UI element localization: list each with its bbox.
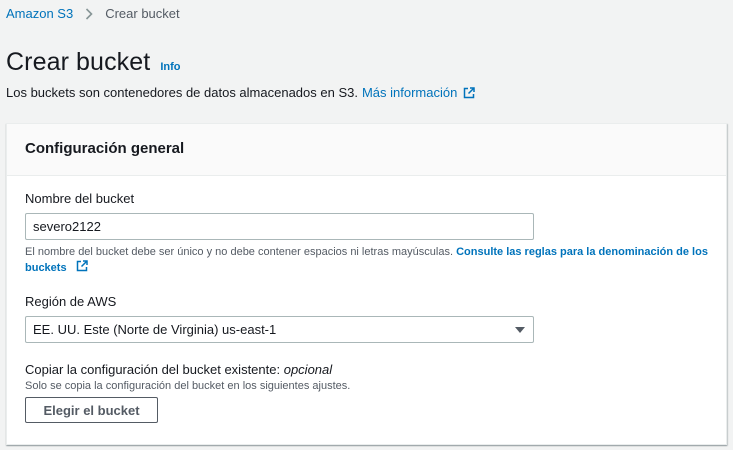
panel-header: Configuración general — [7, 124, 726, 176]
info-link[interactable]: Info — [160, 61, 180, 73]
breadcrumb: Amazon S3 Crear bucket — [6, 6, 180, 21]
external-link-icon[interactable] — [463, 86, 476, 99]
choose-bucket-button[interactable]: Elegir el bucket — [25, 397, 158, 423]
panel-title: Configuración general — [25, 140, 185, 157]
bucket-name-hint-text: El nombre del bucket debe ser único y no… — [25, 246, 454, 258]
more-info-link[interactable]: Más información — [362, 85, 457, 100]
page-description: Los buckets son contenedores de datos al… — [6, 85, 476, 100]
bucket-name-hint: El nombre del bucket debe ser único y no… — [25, 244, 715, 276]
copy-config-label-text: Copiar la configuración del bucket exist… — [25, 362, 281, 377]
external-link-icon[interactable] — [76, 260, 88, 272]
general-config-panel: Configuración general Nombre del bucket … — [6, 123, 727, 445]
breadcrumb-current: Crear bucket — [105, 6, 180, 21]
breadcrumb-amazon-s3[interactable]: Amazon S3 — [6, 6, 73, 21]
caret-down-icon — [514, 322, 526, 337]
region-select[interactable]: EE. UU. Este (Norte de Virginia) us-east… — [25, 316, 534, 343]
copy-config-field: Copiar la configuración del bucket exist… — [25, 362, 350, 392]
bucket-name-input[interactable] — [25, 213, 534, 240]
page-title: Crear bucket — [6, 48, 151, 76]
optional-tag: opcional — [283, 362, 333, 377]
copy-config-description: Solo se copia la configuración del bucke… — [25, 380, 351, 392]
page-description-text: Los buckets son contenedores de datos al… — [6, 85, 358, 100]
copy-config-label: Copiar la configuración del bucket exist… — [25, 362, 350, 377]
region-label: Región de AWS — [25, 294, 117, 309]
chevron-right-icon — [85, 7, 93, 20]
region-select-value: EE. UU. Este (Norte de Virginia) us-east… — [33, 322, 277, 337]
bucket-name-label: Nombre del bucket — [25, 191, 135, 206]
page-header: Crear bucket Info Los buckets son conten… — [6, 48, 476, 100]
